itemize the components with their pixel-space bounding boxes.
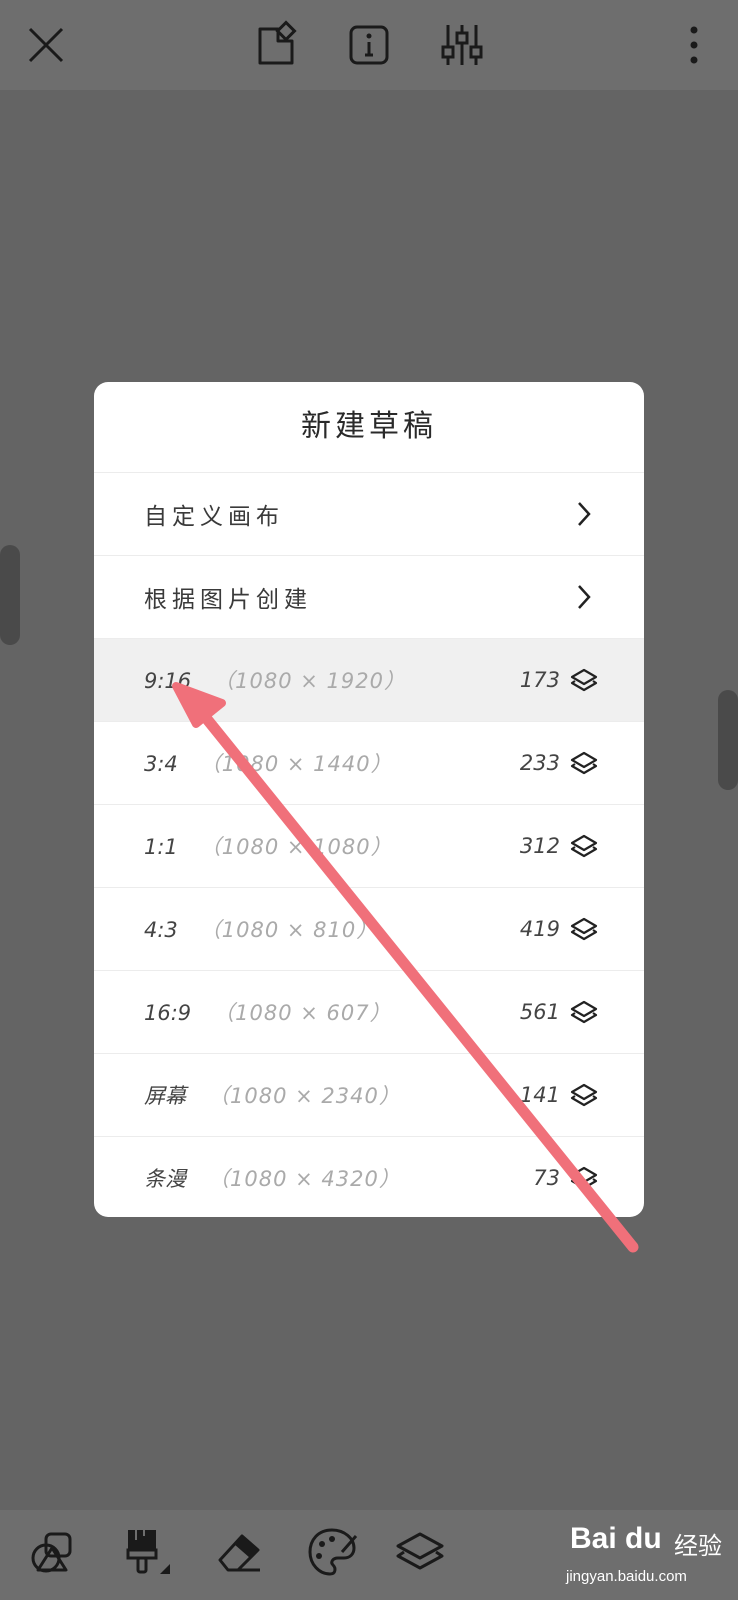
layers-icon[interactable] [390,1522,450,1582]
layers-icon [570,832,598,860]
info-icon[interactable] [341,17,397,73]
layer-count: 312 [519,834,560,858]
preset-row-comic[interactable]: 条漫 （1080 × 4320） 73 [94,1137,644,1217]
preset-row-1-1[interactable]: 1:1 （1080 × 1080） 312 [94,805,644,888]
watermark-suffix: 经验 [674,1532,722,1560]
preset-row-screen[interactable]: 屏幕 （1080 × 2340） 141 [94,1054,644,1137]
preset-ratio: 屏幕 （1080 × 2340） [144,1084,401,1108]
preset-size: （1080 × 1920） [213,669,407,693]
layers-icon [570,915,598,943]
top-toolbar [0,0,738,90]
create-from-image-row[interactable]: 根据图片创建 [94,556,644,639]
preset-size: （1080 × 4320） [208,1167,401,1191]
sliders-icon[interactable] [434,17,490,73]
chevron-right-icon [576,583,592,611]
preset-size: （1080 × 1080） [199,835,393,859]
layer-count: 233 [519,751,560,775]
preset-size: （1080 × 1440） [199,752,393,776]
canvas-tag-icon[interactable] [248,17,304,73]
layer-count: 141 [519,1083,560,1107]
layers-icon [570,666,598,694]
preset-size: （1080 × 607） [213,1001,392,1025]
palette-icon[interactable] [302,1522,362,1582]
preset-ratio: 3:4 （1080 × 1440） [144,752,393,776]
new-draft-dialog: 新建草稿 自定义画布 根据图片创建 9:16 （1080 × 1920） 173 … [94,382,644,1217]
shapes-icon[interactable] [22,1522,82,1582]
layer-count: 561 [519,1000,560,1024]
layer-count: 73 [533,1166,560,1190]
preset-ratio: 条漫 （1080 × 4320） [144,1167,401,1191]
preset-size: （1080 × 2340） [208,1084,401,1108]
preset-row-3-4[interactable]: 3:4 （1080 × 1440） 233 [94,722,644,805]
layer-count: 173 [519,668,560,692]
layers-icon [570,749,598,777]
eraser-icon[interactable] [210,1522,270,1582]
preset-ratio: 4:3 （1080 × 810） [144,918,379,942]
preset-row-9-16[interactable]: 9:16 （1080 × 1920） 173 [94,639,644,722]
more-vertical-icon[interactable] [666,17,722,73]
layers-icon [570,1081,598,1109]
watermark-logo: Bai du [570,1522,662,1555]
layers-icon [570,998,598,1026]
preset-ratio: 1:1 （1080 × 1080） [144,835,393,859]
row-label: 根据图片创建 [144,587,312,613]
brush-icon[interactable] [116,1522,176,1582]
chevron-right-icon [576,500,592,528]
right-side-handle[interactable] [718,690,738,790]
close-icon[interactable] [18,17,74,73]
custom-canvas-row[interactable]: 自定义画布 [94,473,644,556]
left-side-handle[interactable] [0,545,20,645]
watermark-url: jingyan.baidu.com [566,1568,687,1585]
preset-size: （1080 × 810） [199,918,379,942]
row-label: 自定义画布 [144,504,284,530]
preset-row-4-3[interactable]: 4:3 （1080 × 810） 419 [94,888,644,971]
baidu-watermark: Bai du 经验 jingyan.baidu.com [562,1510,738,1600]
dialog-title: 新建草稿 [94,382,644,473]
preset-ratio: 9:16 （1080 × 1920） [144,669,407,693]
preset-ratio: 16:9 （1080 × 607） [144,1001,392,1025]
layers-icon [570,1164,598,1192]
layer-count: 419 [519,917,560,941]
preset-row-16-9[interactable]: 16:9 （1080 × 607） 561 [94,971,644,1054]
